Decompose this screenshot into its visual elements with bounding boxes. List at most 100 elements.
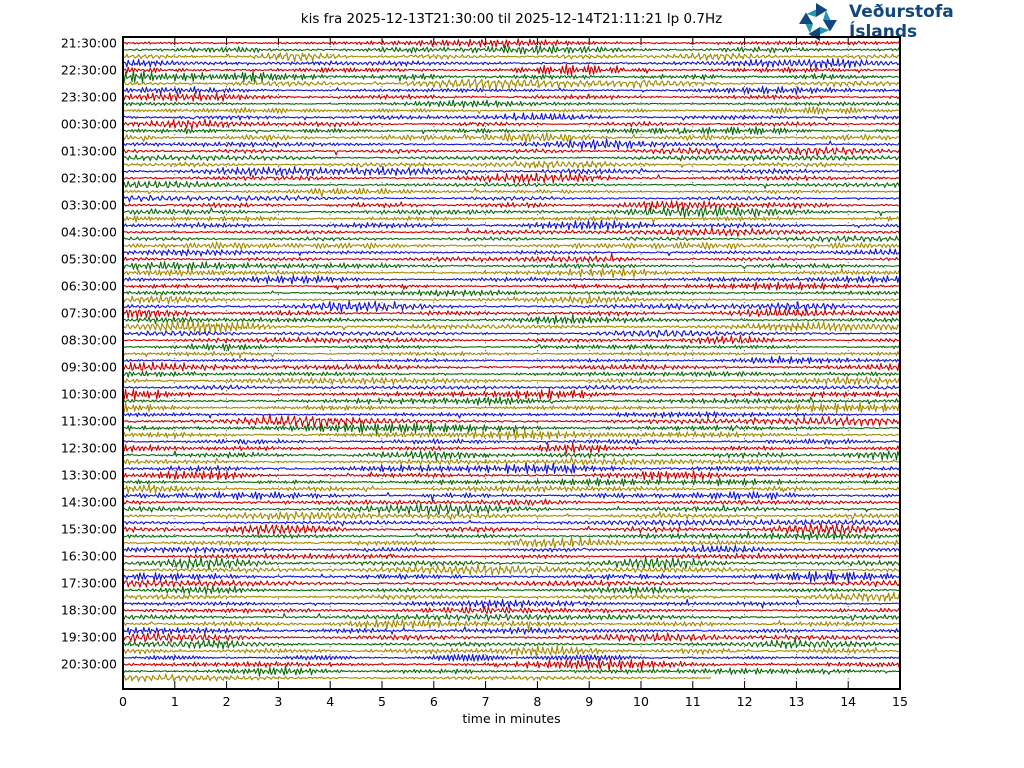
seismic-trace [122,396,900,406]
seismic-trace [122,585,900,595]
seismic-trace [122,308,900,319]
seismic-trace [122,498,900,506]
seismic-trace [122,281,900,291]
seismic-trace [122,319,900,334]
y-tick-label: 10:30:00 [60,386,117,402]
seismic-trace [122,556,900,570]
seismic-trace [122,146,900,157]
seismic-trace [122,118,900,130]
y-tick-label: 23:30:00 [60,89,117,105]
x-tick-label: 1 [170,694,179,709]
y-tick-label: 16:30:00 [60,548,117,564]
y-tick-label: 14:30:00 [60,494,117,510]
seismic-trace [122,294,900,305]
x-tick-label: 4 [326,694,335,709]
seismic-trace [122,438,900,446]
seismic-trace [122,388,900,401]
seismic-trace [122,411,900,419]
seismic-trace [122,384,900,391]
x-tick-label: 2 [222,694,231,709]
logo-text-line1: Veðurstofa [849,2,954,22]
y-tick-label: 20:30:00 [60,656,117,672]
seismic-trace [122,421,900,435]
y-tick-label: 06:30:00 [60,278,117,294]
seismic-trace [122,456,900,466]
seismic-trace [122,518,900,527]
helicorder-page: kis fra 2025-12-13T21:30:00 til 2025-12-… [0,0,1024,768]
seismic-trace [122,112,900,121]
x-tick-label: 12 [736,694,753,709]
seismic-trace [122,180,900,189]
seismic-trace [122,370,900,378]
x-tick-label: 13 [788,694,805,709]
y-tick-label: 11:30:00 [60,413,117,429]
seismic-trace [122,275,900,285]
seismic-trace [122,105,900,115]
seismic-trace [122,206,900,218]
seismic-trace [122,329,900,338]
seismic-trace [122,172,900,184]
seismic-trace [122,469,900,481]
y-tick-label: 19:30:00 [60,629,117,645]
seismic-trace [122,300,900,313]
seismic-trace [122,673,712,683]
x-tick-label: 10 [633,694,649,709]
seismic-trace [122,644,900,657]
seismic-trace [122,44,900,55]
seismic-trace [122,401,900,414]
seismic-trace [122,483,900,494]
seismic-trace [122,544,900,554]
x-tick-label: 3 [274,694,283,709]
seismic-trace [122,91,900,102]
y-tick-label: 03:30:00 [60,197,117,213]
seismic-trace [122,160,900,170]
seismic-trace [122,591,900,603]
x-tick-label: 0 [119,694,127,709]
seismic-trace [122,261,900,271]
seismic-trace [122,334,900,345]
seismic-trace [122,248,900,257]
y-tick-label: 07:30:00 [60,305,117,321]
seismic-trace [122,375,900,386]
seismic-trace [122,429,900,441]
seismic-trace [122,665,900,677]
seismic-trace [122,241,900,251]
seismogram-plot [122,36,901,690]
seismic-trace [122,350,900,359]
x-tick-label: 15 [892,694,908,709]
seismic-trace [122,523,900,536]
seismic-trace [122,598,900,609]
seismic-trace [122,536,900,549]
seismic-trace [122,52,900,63]
seismic-trace [122,613,900,622]
y-tick-label: 18:30:00 [60,602,117,618]
x-tick-label: 9 [585,694,594,709]
seismic-trace [122,200,900,211]
seismic-trace [122,450,900,461]
seismic-trace [122,413,900,429]
x-tick-label: 14 [840,694,857,709]
y-tick-label: 08:30:00 [60,332,117,348]
y-tick-label: 05:30:00 [60,251,117,267]
seismic-trace [122,503,900,516]
seismic-trace [122,314,900,325]
seismic-trace [122,215,900,224]
seismic-trace [122,361,900,372]
y-tick-label: 02:30:00 [60,170,117,186]
seismic-trace [122,99,900,109]
seismic-trace [122,267,900,279]
x-tick-label: 5 [378,694,386,709]
y-tick-label: 01:30:00 [60,143,117,159]
seismic-trace [122,606,900,614]
y-tick-label: 21:30:00 [60,35,117,51]
x-tick-label: 6 [429,694,438,709]
seismic-trace [122,289,900,297]
x-tick-label: 8 [533,694,542,709]
y-tick-label: 15:30:00 [60,521,117,537]
seismic-trace [122,491,900,502]
chart-title: kis fra 2025-12-13T21:30:00 til 2025-12-… [300,11,723,27]
seismic-trace [122,462,900,475]
seismic-trace [122,563,900,576]
x-tick-label: 11 [684,694,701,709]
seismic-trace [122,165,900,177]
